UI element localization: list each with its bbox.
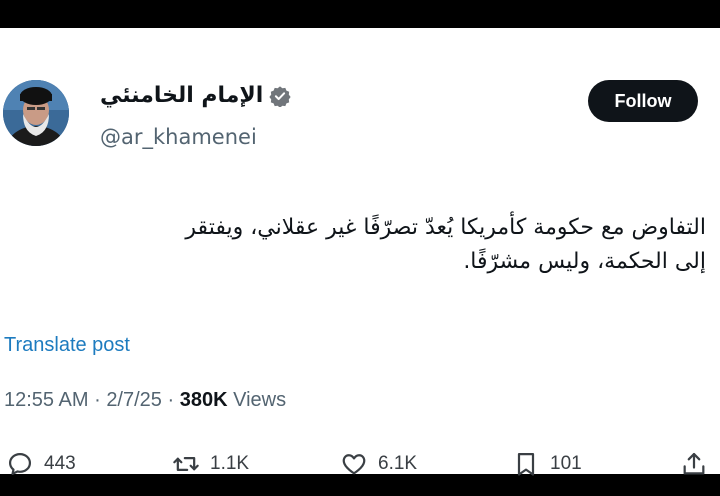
tweet-date[interactable]: 2/7/25 — [106, 389, 162, 411]
reply-button[interactable]: 443 — [6, 446, 76, 482]
reply-icon — [8, 452, 32, 476]
views-label: Views — [233, 389, 287, 411]
meta-separator: · — [94, 389, 101, 411]
like-count: 6.1K — [378, 453, 418, 474]
tweet-meta: 12:55 AM · 2/7/25 · 380K Views — [4, 389, 286, 412]
translate-post-link[interactable]: Translate post — [4, 334, 130, 357]
like-button[interactable]: 6.1K — [340, 446, 417, 482]
bookmark-count: 101 — [550, 453, 582, 474]
views-count: 380K — [179, 389, 228, 411]
tweet-card: الإمام الخامنئي @ar_khamenei Follow التف… — [0, 28, 720, 476]
heart-icon — [342, 454, 366, 475]
reply-count: 443 — [44, 453, 76, 474]
follow-button[interactable]: Follow — [588, 80, 698, 122]
tweet-text-line: إلى الحكمة، وليس مشرّفًا. — [463, 249, 706, 274]
repost-icon — [173, 457, 199, 471]
verified-badge-icon — [269, 85, 291, 107]
share-icon — [683, 452, 705, 475]
tweet-text: التفاوض مع حكومة كأمريكا يُعدّ تصرّفًا غ… — [20, 211, 706, 279]
bookmark-icon — [517, 452, 535, 476]
author-handle[interactable]: @ar_khamenei — [100, 125, 257, 149]
tweet-time[interactable]: 12:55 AM — [4, 389, 89, 411]
meta-separator: · — [167, 389, 175, 411]
action-bar: 443 1.1K 6.1K 101 — [0, 446, 720, 482]
author-display-name[interactable]: الإمام الخامنئي — [100, 83, 263, 108]
tweet-text-line: التفاوض مع حكومة كأمريكا يُعدّ تصرّفًا غ… — [185, 215, 706, 240]
repost-count: 1.1K — [210, 453, 250, 474]
avatar[interactable] — [3, 80, 69, 146]
bookmark-button[interactable]: 101 — [512, 446, 582, 482]
repost-button[interactable]: 1.1K — [172, 446, 249, 482]
share-button[interactable] — [680, 446, 708, 482]
author-name-row: الإمام الخامنئي — [100, 83, 291, 108]
